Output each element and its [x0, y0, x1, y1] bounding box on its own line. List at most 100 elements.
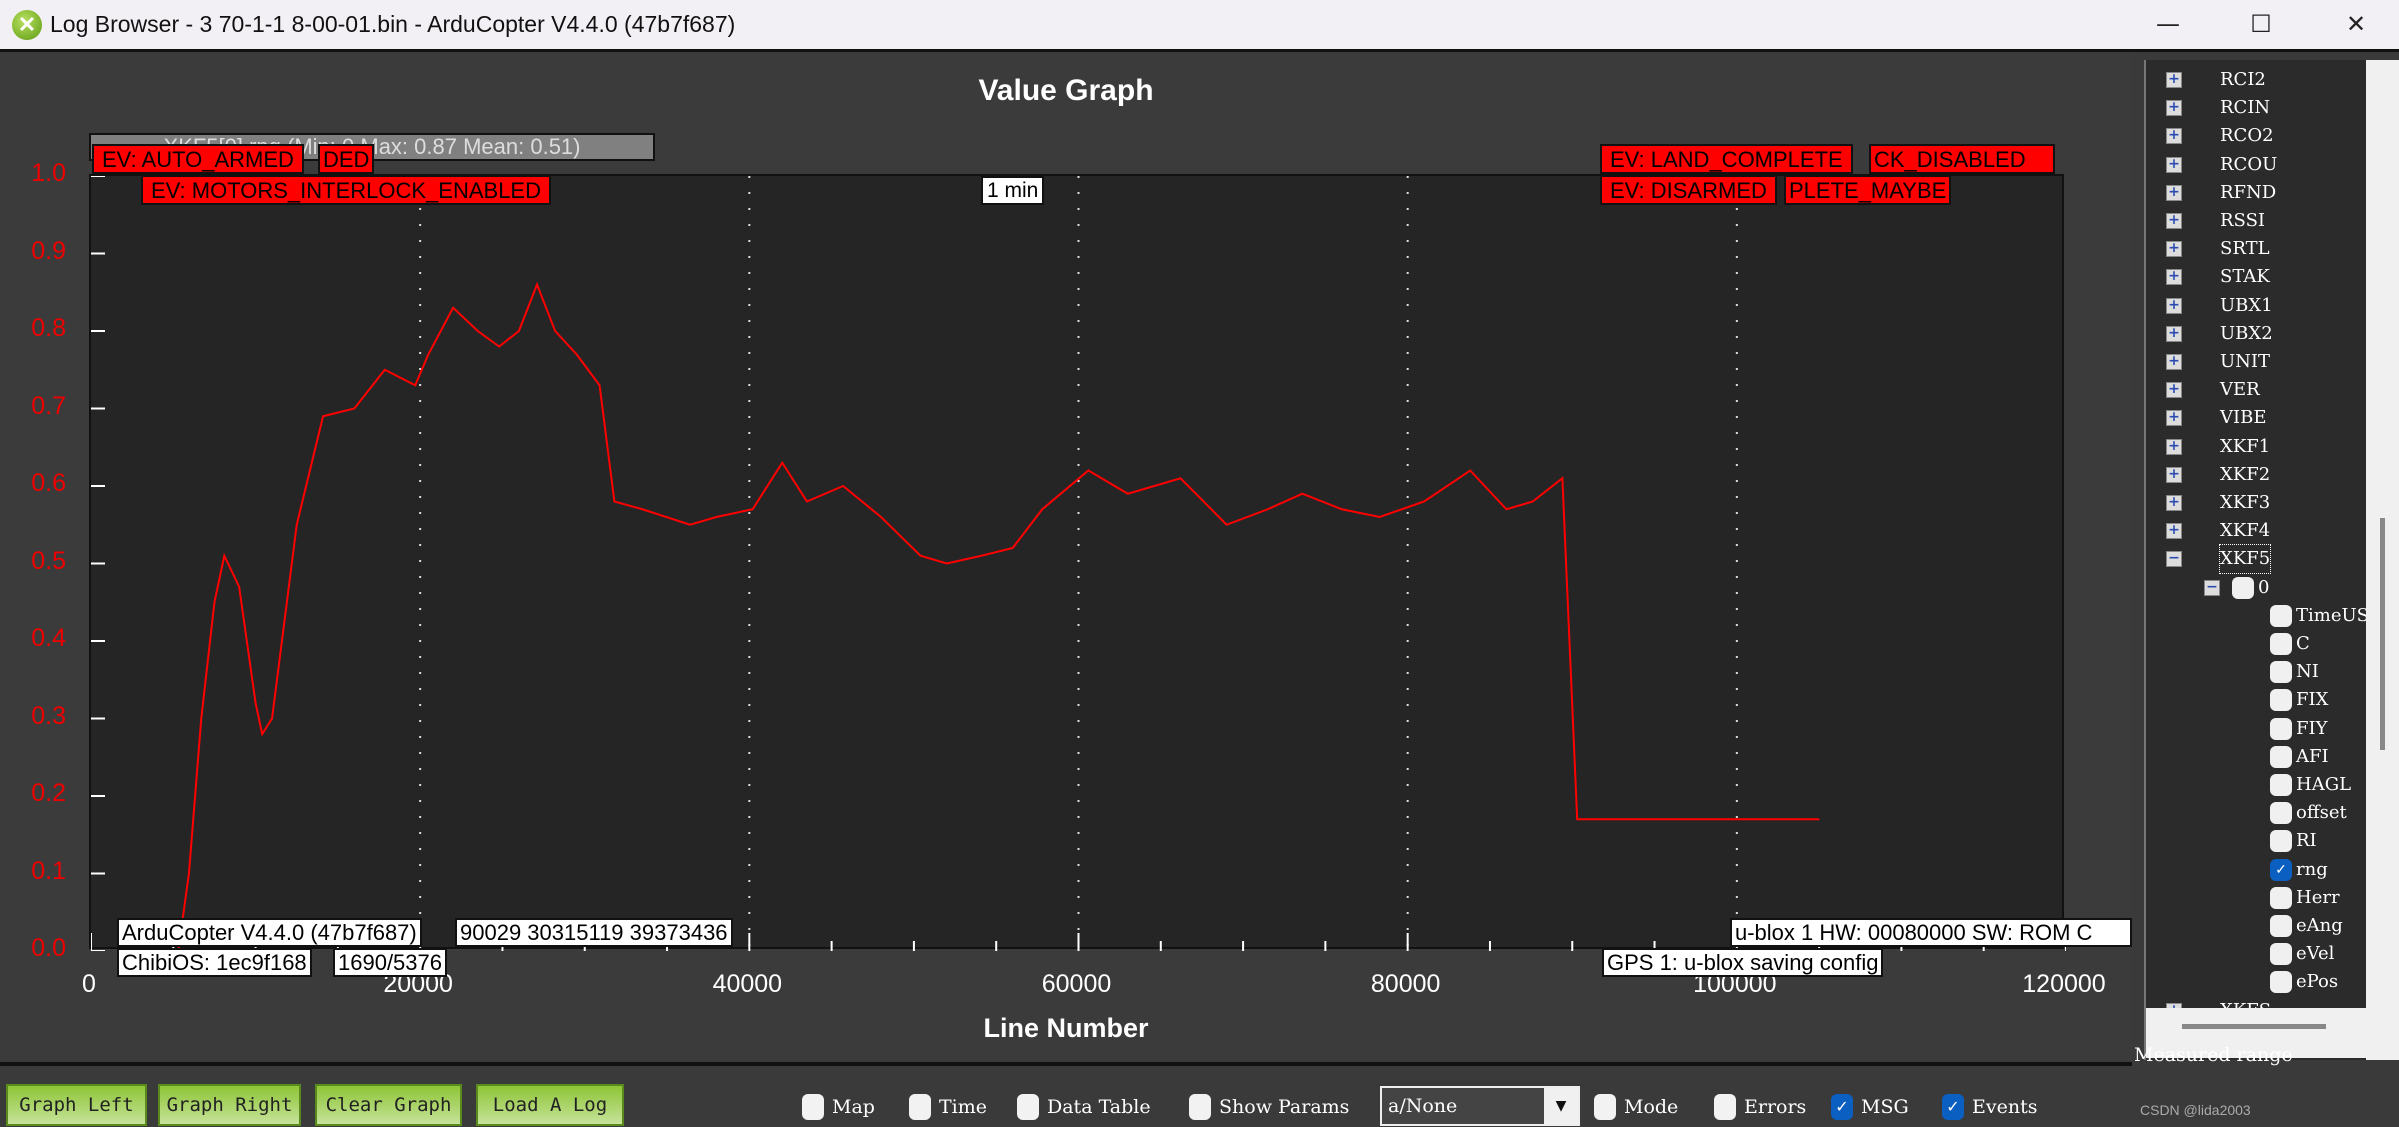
window-title: Log Browser - 3 70-1-1 8-00-01.bin - Ard… [50, 11, 736, 37]
expand-icon[interactable]: + [2166, 128, 2182, 145]
data-point [477, 330, 479, 332]
data-point [1561, 477, 1563, 479]
y-tick-label: 0.3 [31, 701, 66, 730]
event-label: EV: DISARMED [1600, 175, 1777, 205]
maximize-button[interactable]: ☐ [2231, 6, 2291, 42]
checkbox-map[interactable]: Map [802, 1094, 875, 1120]
y-tick-label: 0.9 [31, 236, 66, 265]
checkbox-icon[interactable] [1017, 1094, 1039, 1120]
collapse-icon[interactable]: − [2166, 551, 2182, 568]
checkbox-icon[interactable] [2270, 774, 2292, 796]
data-point [806, 501, 808, 502]
expand-icon[interactable]: + [2166, 72, 2182, 88]
x-axis-title: Line Number [983, 1013, 1149, 1043]
checkbox-icon[interactable] [2270, 661, 2292, 684]
data-point [1301, 493, 1303, 495]
checkbox-icon[interactable] [802, 1094, 824, 1120]
expand-icon[interactable]: + [2166, 184, 2182, 201]
expand-icon[interactable]: + [2166, 382, 2182, 399]
tree-group-label: RFND [2220, 181, 2277, 203]
info-box: ChibiOS: 1ec9f168 [117, 948, 312, 977]
clear-graph-button[interactable]: Clear Graph [315, 1084, 462, 1126]
expand-icon[interactable]: + [2166, 100, 2182, 117]
expand-icon[interactable]: + [2166, 495, 2182, 511]
checkbox-icon[interactable] [2270, 689, 2292, 712]
tree-group-label: RSSI [2220, 210, 2266, 231]
expand-icon[interactable]: + [2166, 156, 2182, 173]
checkbox-checked-icon[interactable]: ✓ [1942, 1094, 1964, 1120]
data-point [255, 702, 257, 704]
data-point [261, 733, 263, 735]
collapse-icon[interactable]: − [2204, 579, 2220, 596]
data-point [613, 501, 615, 502]
graph-right-button[interactable]: Graph Right [158, 1084, 301, 1126]
checkbox-events[interactable]: ✓ Events [1942, 1094, 2037, 1120]
checkbox-label: Map [832, 1096, 875, 1118]
checkbox-icon[interactable] [2270, 830, 2292, 853]
chevron-down-icon[interactable]: ▼ [1544, 1088, 1578, 1124]
tree-group-label: UBX1 [2220, 294, 2273, 316]
value-graph-panel[interactable]: Value Graph 0.0 0.1 0.2 0.3 0.4 0.5 0.6 0.7 0.8 0… [0, 0, 2132, 1066]
message-filter-dropdown[interactable]: a/None ▼ [1380, 1086, 1580, 1126]
vertical-scrollbar[interactable] [2366, 60, 2399, 1060]
checkbox-checked-icon[interactable]: ✓ [2270, 858, 2292, 881]
tree-group-label: RCIN [2220, 97, 2271, 119]
minimize-button[interactable]: — [2138, 6, 2198, 42]
data-point [1041, 508, 1043, 510]
tree-group-label: SRTL [2220, 238, 2270, 260]
checkbox-icon[interactable] [2270, 717, 2292, 740]
checkbox-icon[interactable] [2270, 604, 2292, 627]
checkbox-icon[interactable] [2270, 971, 2292, 994]
expand-icon[interactable]: + [2166, 438, 2182, 455]
checkbox-icon[interactable] [2270, 633, 2292, 655]
expand-icon[interactable]: + [2166, 523, 2182, 540]
data-point [1341, 508, 1343, 510]
checkbox-label: Mode [1624, 1096, 1679, 1118]
data-point [946, 563, 948, 564]
expand-icon[interactable]: + [2166, 325, 2182, 342]
y-tick-label: 0.6 [31, 469, 66, 497]
tree-field-label: TimeUS [2296, 604, 2366, 626]
expand-icon[interactable]: + [2166, 466, 2182, 483]
checkbox-icon[interactable] [1714, 1094, 1736, 1120]
checkbox-mode[interactable]: Mode [1594, 1094, 1678, 1120]
checkbox-icon[interactable] [2232, 576, 2254, 599]
checkbox-icon[interactable] [1594, 1094, 1616, 1120]
checkbox-icon[interactable] [2270, 802, 2292, 825]
tree-field-label: NI [2296, 661, 2319, 683]
checkbox-icon[interactable] [2270, 915, 2292, 937]
checkbox-show-params[interactable]: Show Params [1189, 1094, 1349, 1120]
expand-icon[interactable]: + [2166, 213, 2182, 229]
data-point [1532, 501, 1534, 502]
x-tick-label: 40000 [712, 970, 783, 998]
y-tick-label: 0.1 [31, 856, 66, 885]
expand-icon[interactable]: + [2166, 269, 2182, 286]
expand-icon[interactable]: + [2166, 297, 2182, 314]
checkbox-time[interactable]: Time [909, 1094, 987, 1120]
checkbox-checked-icon[interactable]: ✓ [1831, 1094, 1853, 1120]
checkbox-errors[interactable]: Errors [1714, 1094, 1806, 1120]
expand-icon[interactable]: + [2166, 241, 2182, 258]
scrollbar-thumb[interactable] [2182, 1024, 2326, 1029]
checkbox-icon[interactable] [909, 1094, 931, 1120]
y-tick-label: 0.5 [31, 546, 66, 575]
checkbox-msg[interactable]: ✓ MSG [1831, 1094, 1909, 1120]
tree-field-label: Herr [2296, 886, 2340, 908]
plot-area[interactable] [89, 174, 2067, 952]
scrollbar-thumb[interactable] [2380, 518, 2385, 750]
checkbox-icon[interactable] [1189, 1094, 1211, 1120]
message-tree[interactable]: + RCI2 + RCIN + RCO2 + RCOU + RFND + RSSI + SRTL + STAK… [2144, 60, 2366, 1060]
checkbox-icon[interactable] [2270, 886, 2292, 909]
data-point [920, 555, 921, 557]
data-point [1087, 470, 1089, 471]
close-button[interactable]: ✕ [2326, 6, 2386, 42]
expand-icon[interactable]: + [2166, 410, 2182, 427]
checkbox-icon[interactable] [2270, 943, 2292, 966]
checkbox-data-table[interactable]: Data Table [1017, 1094, 1151, 1120]
load-log-button[interactable]: Load A Log [476, 1084, 624, 1126]
checkbox-icon[interactable] [2270, 745, 2292, 768]
y-tick-label: 0.8 [31, 314, 66, 342]
data-point [1423, 501, 1425, 502]
graph-left-button[interactable]: Graph Left [6, 1084, 147, 1126]
expand-icon[interactable]: + [2166, 354, 2182, 370]
